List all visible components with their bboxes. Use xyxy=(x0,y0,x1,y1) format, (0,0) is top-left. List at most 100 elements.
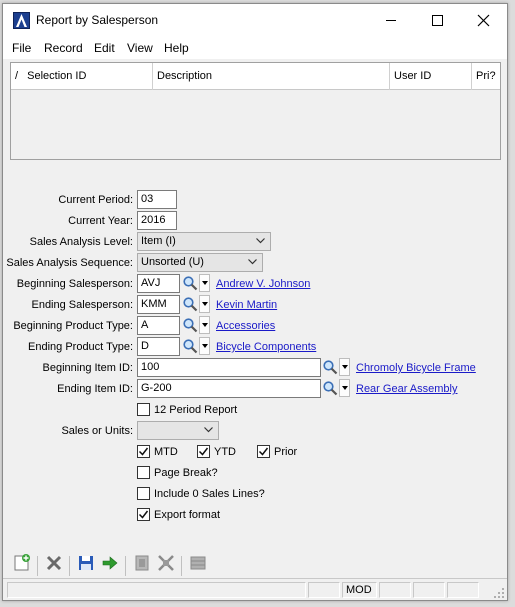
export-format-label: Export format xyxy=(154,509,221,521)
triangle-down-icon xyxy=(202,281,208,285)
sales-analysis-sequence-select[interactable]: Unsorted (U) xyxy=(137,253,263,272)
chevron-down-icon xyxy=(248,259,257,265)
chevron-down-icon xyxy=(204,427,213,433)
sales-analysis-level-value: Item (I) xyxy=(141,235,176,247)
beginning-salesperson-link[interactable]: Andrew V. Johnson xyxy=(216,277,310,291)
current-period-label: Current Period: xyxy=(58,194,133,206)
lookup-dropdown-button[interactable] xyxy=(339,358,350,376)
sales-analysis-level-label: Sales Analysis Level: xyxy=(29,236,133,248)
twelve-period-checkbox[interactable] xyxy=(137,403,150,416)
prior-checkbox[interactable] xyxy=(257,445,270,458)
column-description[interactable]: Description xyxy=(153,63,390,90)
toolbar-separator xyxy=(125,556,126,576)
list-icon[interactable] xyxy=(188,553,208,573)
title-bar: Report by Salesperson xyxy=(3,4,507,37)
lookup-dropdown-button[interactable] xyxy=(199,316,210,334)
status-bar: MOD xyxy=(3,578,507,600)
status-pane-message xyxy=(7,582,306,598)
beginning-item-id-link[interactable]: Chromoly Bicycle Frame xyxy=(356,361,476,375)
search-icon[interactable] xyxy=(182,317,198,333)
ending-product-type-input[interactable]: D xyxy=(137,337,180,356)
beginning-salesperson-input[interactable]: AVJ xyxy=(137,274,180,293)
column-selection-id-label: Selection ID xyxy=(27,70,87,82)
status-pane xyxy=(379,582,411,598)
prior-label: Prior xyxy=(274,446,298,458)
ending-salesperson-input[interactable]: KMM xyxy=(137,295,180,314)
menu-help[interactable]: Help xyxy=(164,41,189,55)
status-pane xyxy=(447,582,479,598)
menu-view[interactable]: View xyxy=(127,41,153,55)
checkmark-icon xyxy=(138,510,149,519)
triangle-down-icon xyxy=(342,386,348,390)
include-zero-sales-checkbox[interactable] xyxy=(137,487,150,500)
search-icon[interactable] xyxy=(182,296,198,312)
sales-analysis-sequence-label: Sales Analysis Sequence: xyxy=(6,257,133,269)
ending-product-type-link[interactable]: Bicycle Components xyxy=(216,340,316,354)
toolbar-separator xyxy=(37,556,38,576)
ending-item-id-input[interactable]: G-200 xyxy=(137,379,321,398)
report-window: Report by Salesperson File Record Edit V… xyxy=(2,3,508,601)
ending-product-type-label: Ending Product Type: xyxy=(28,341,133,353)
include-zero-sales-label: Include 0 Sales Lines? xyxy=(154,488,265,500)
twelve-period-label: 12 Period Report xyxy=(154,404,238,416)
save-icon[interactable] xyxy=(76,553,96,573)
export-format-checkbox[interactable] xyxy=(137,508,150,521)
close-button[interactable] xyxy=(460,4,506,37)
menu-record[interactable]: Record xyxy=(44,41,83,55)
status-pane xyxy=(413,582,445,598)
beginning-product-type-label: Beginning Product Type: xyxy=(13,320,133,332)
go-icon[interactable] xyxy=(100,553,120,573)
sales-analysis-sequence-value: Unsorted (U) xyxy=(141,256,204,268)
checkmark-icon xyxy=(198,447,209,456)
lookup-dropdown-button[interactable] xyxy=(199,295,210,313)
sort-indicator: / xyxy=(15,70,19,82)
chevron-down-icon xyxy=(256,238,265,244)
column-pri[interactable]: Pri? xyxy=(472,63,500,90)
triangle-down-icon xyxy=(202,344,208,348)
ending-salesperson-link[interactable]: Kevin Martin xyxy=(216,298,277,312)
grid-header: / Selection ID Description User ID Pri? xyxy=(11,63,500,90)
lookup-dropdown-button[interactable] xyxy=(339,379,350,397)
menu-edit[interactable]: Edit xyxy=(94,41,115,55)
current-year-input[interactable]: 2016 xyxy=(137,211,177,230)
current-year-label: Current Year: xyxy=(68,215,133,227)
search-icon[interactable] xyxy=(182,338,198,354)
search-icon[interactable] xyxy=(322,359,338,375)
sales-or-units-select[interactable] xyxy=(137,421,219,440)
selection-grid[interactable]: / Selection ID Description User ID Pri? xyxy=(10,62,501,160)
sales-analysis-level-select[interactable]: Item (I) xyxy=(137,232,271,251)
toolbar-separator xyxy=(69,556,70,576)
current-period-input[interactable]: 03 xyxy=(137,190,177,209)
search-icon[interactable] xyxy=(322,380,338,396)
sales-or-units-label: Sales or Units: xyxy=(61,425,133,437)
ending-salesperson-label: Ending Salesperson: xyxy=(31,299,133,311)
mtd-checkbox[interactable] xyxy=(137,445,150,458)
column-selection-id[interactable]: / Selection ID xyxy=(11,63,153,90)
checkmark-icon xyxy=(258,447,269,456)
page-break-checkbox[interactable] xyxy=(137,466,150,479)
maximize-button[interactable] xyxy=(414,4,460,37)
beginning-product-type-link[interactable]: Accessories xyxy=(216,319,275,333)
minimize-button[interactable] xyxy=(368,4,414,37)
delete-icon[interactable] xyxy=(44,553,64,573)
clear-icon[interactable] xyxy=(132,553,152,573)
lookup-dropdown-button[interactable] xyxy=(199,274,210,292)
page-break-label: Page Break? xyxy=(154,467,218,479)
menu-file[interactable]: File xyxy=(12,41,31,55)
ytd-checkbox[interactable] xyxy=(197,445,210,458)
status-mode: MOD xyxy=(342,582,377,598)
beginning-item-id-label: Beginning Item ID: xyxy=(42,362,134,374)
beginning-salesperson-label: Beginning Salesperson: xyxy=(16,278,133,290)
resize-grip-icon[interactable] xyxy=(493,587,505,599)
beginning-item-id-input[interactable]: 100 xyxy=(137,358,321,377)
ytd-label: YTD xyxy=(214,446,236,458)
beginning-product-type-input[interactable]: A xyxy=(137,316,180,335)
column-user-id[interactable]: User ID xyxy=(390,63,472,90)
menu-bar: File Record Edit View Help xyxy=(3,37,507,59)
new-record-icon[interactable] xyxy=(12,553,32,573)
lookup-dropdown-button[interactable] xyxy=(199,337,210,355)
search-icon[interactable] xyxy=(182,275,198,291)
shrink-icon[interactable] xyxy=(156,553,176,573)
ending-item-id-link[interactable]: Rear Gear Assembly xyxy=(356,382,457,396)
checkmark-icon xyxy=(138,447,149,456)
